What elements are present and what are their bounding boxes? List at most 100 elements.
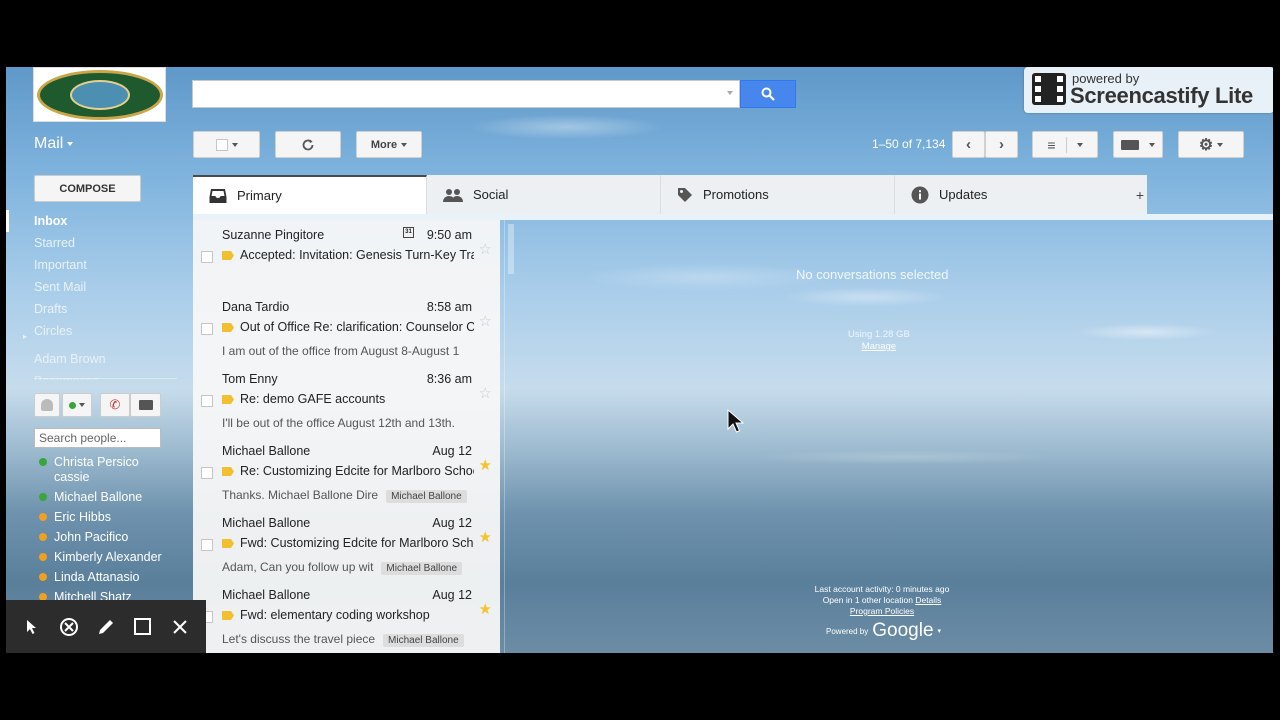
split-pane-toggle[interactable]: ≡ — [1032, 131, 1098, 158]
older-button[interactable]: › — [985, 131, 1018, 158]
nav-important[interactable]: Important — [34, 254, 184, 276]
important-marker-icon[interactable] — [222, 395, 234, 404]
phone-call-button[interactable]: ✆ — [100, 393, 130, 417]
chat-contact[interactable]: Kimberly Alexander — [36, 550, 186, 565]
star-icon[interactable]: ☆ — [479, 312, 492, 330]
important-marker-icon[interactable] — [222, 251, 234, 260]
active-indicator — [6, 210, 9, 232]
row-checkbox[interactable] — [201, 251, 213, 263]
pointer-tool-button[interactable] — [18, 613, 46, 641]
tab-label: Updates — [939, 187, 988, 202]
phone-icon: ✆ — [109, 397, 121, 412]
disable-tool-button[interactable] — [55, 613, 83, 641]
contact-name: Linda Attanasio — [54, 570, 140, 584]
no-conversations-message: No conversations selected — [796, 267, 949, 282]
message-row[interactable]: Michael Ballone Aug 12 Fwd: Customizing … — [193, 508, 500, 580]
school-logo[interactable] — [33, 67, 166, 122]
tab-social[interactable]: Social — [427, 175, 661, 214]
more-label: More — [370, 138, 398, 151]
chat-contact-list: Christa Persico cassie Michael Ballone Er… — [36, 455, 186, 610]
chat-contact[interactable]: Michael Ballone — [36, 490, 186, 505]
star-icon[interactable]: ★ — [479, 600, 492, 618]
contacts-button[interactable] — [34, 393, 60, 417]
tab-label: Social — [473, 187, 509, 202]
pager-count: 1–50 of 7,134 — [872, 137, 946, 151]
message-label-chip[interactable]: Michael Ballone — [381, 562, 463, 575]
row-checkbox[interactable] — [201, 467, 213, 479]
chevron-right-icon: › — [999, 136, 1004, 153]
select-all-button[interactable] — [193, 131, 260, 158]
important-marker-icon[interactable] — [222, 323, 234, 332]
chat-contact[interactable]: Linda Attanasio — [36, 570, 186, 585]
hangouts-user-name[interactable]: Adam Brown — [34, 348, 184, 370]
close-toolbar-button[interactable] — [166, 613, 194, 641]
tab-primary[interactable]: Primary — [193, 175, 427, 214]
last-activity-text: Last account activity: 0 minutes ago — [814, 584, 950, 594]
row-checkbox[interactable] — [201, 395, 213, 407]
tab-updates[interactable]: Updates — [895, 175, 1129, 214]
message-subject-text: Fwd: elementary coding workshop — [240, 608, 430, 622]
nav-inbox[interactable]: Inbox — [34, 210, 184, 232]
message-row[interactable]: Michael Ballone Aug 12 Re: Customizing E… — [193, 436, 500, 508]
refresh-button[interactable] — [275, 131, 341, 158]
scrollbar-thumb[interactable] — [508, 224, 514, 274]
message-row[interactable]: Suzanne Pingitore 31 9:50 am Accepted: I… — [193, 220, 500, 292]
message-sender: Michael Ballone — [222, 444, 311, 458]
video-camera-icon — [138, 400, 153, 410]
message-time: Aug 12 — [432, 444, 472, 458]
newer-button[interactable]: ‹ — [952, 131, 985, 158]
search-box[interactable] — [192, 80, 740, 108]
star-icon[interactable]: ★ — [479, 528, 492, 546]
row-checkbox[interactable] — [201, 323, 213, 335]
expand-triangle-icon[interactable]: ▸ — [23, 326, 27, 348]
message-label-chip[interactable]: Michael Ballone — [386, 490, 467, 503]
star-icon[interactable]: ☆ — [479, 240, 492, 258]
chat-contact[interactable]: Christa Persico cassie — [36, 455, 186, 485]
search-button[interactable] — [740, 80, 796, 108]
message-label-chip[interactable]: Michael Ballone — [383, 634, 464, 647]
close-icon — [172, 619, 187, 634]
select-checkbox[interactable] — [215, 138, 228, 151]
message-snippet: Adam, Can you follow up wit Michael Ballo… — [222, 560, 472, 575]
people-search-input[interactable] — [35, 429, 160, 447]
video-call-button[interactable] — [130, 393, 161, 417]
search-input[interactable] — [193, 81, 739, 107]
person-icon — [41, 399, 53, 411]
manage-storage-link[interactable]: Manage — [862, 341, 896, 352]
compose-button[interactable]: COMPOSE — [34, 175, 141, 202]
program-policies-link[interactable]: Program Policies — [850, 606, 914, 616]
message-row[interactable]: Dana Tardio 8:58 am Out of Office Re: cl… — [193, 292, 500, 364]
chat-contact[interactable]: John Pacifico — [36, 530, 186, 545]
important-marker-icon[interactable] — [222, 539, 234, 548]
message-list-scrollbar[interactable] — [504, 220, 516, 653]
message-subject-text: Out of Office Re: clarification: Counsel… — [240, 320, 474, 334]
open-in-text: Open in 1 other location — [822, 595, 913, 605]
pen-tool-button[interactable] — [92, 613, 120, 641]
message-row[interactable]: Michael Ballone Aug 12 Fwd: elementary c… — [193, 580, 500, 652]
important-marker-icon[interactable] — [222, 611, 234, 620]
search-options-caret-icon[interactable] — [727, 91, 733, 95]
chat-contact[interactable]: Eric Hibbs — [36, 510, 186, 525]
star-icon[interactable]: ★ — [479, 456, 492, 474]
status-button[interactable] — [62, 393, 92, 417]
nav-starred[interactable]: Starred — [34, 232, 184, 254]
settings-button[interactable]: ⚙ — [1178, 131, 1244, 158]
mail-menu[interactable]: Mail — [34, 135, 74, 153]
details-link[interactable]: Details — [915, 595, 941, 605]
status-dot-icon — [39, 573, 47, 581]
nav-circles[interactable]: ▸ Circles — [23, 320, 184, 342]
input-tools-button[interactable] — [1113, 131, 1163, 158]
tab-promotions[interactable]: Promotions — [661, 175, 895, 214]
people-search-box[interactable] — [34, 428, 161, 448]
pencil-icon — [98, 619, 113, 634]
message-row[interactable]: Tom Enny 8:36 am Re: demo GAFE accounts … — [193, 364, 500, 436]
row-checkbox[interactable] — [201, 539, 213, 551]
rectangle-tool-button[interactable] — [129, 613, 157, 641]
nav-drafts[interactable]: Drafts — [34, 298, 184, 320]
important-marker-icon[interactable] — [222, 467, 234, 476]
add-tab-button[interactable]: + — [1133, 175, 1147, 214]
contact-name: John Pacifico — [54, 530, 129, 544]
star-icon[interactable]: ☆ — [479, 384, 492, 402]
more-button[interactable]: More — [356, 131, 422, 158]
nav-sent-mail[interactable]: Sent Mail — [34, 276, 184, 298]
